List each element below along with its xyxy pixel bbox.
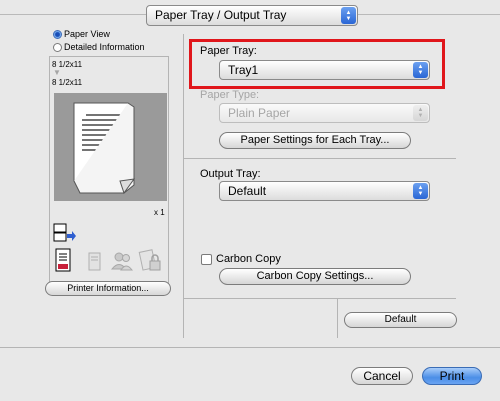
lock-icon bbox=[138, 248, 164, 277]
paper-tray-label: Paper Tray: bbox=[200, 45, 257, 57]
cancel-button[interactable]: Cancel bbox=[351, 367, 413, 385]
paper-settings-each-tray-button[interactable]: Paper Settings for Each Tray... bbox=[219, 132, 411, 149]
popup-arrows-icon: ▲ ▼ bbox=[413, 183, 428, 199]
paper-view-label: Paper View bbox=[64, 29, 110, 39]
paper-size-output: 8 1/2x11 bbox=[52, 78, 83, 87]
paper-type-popup: Plain Paper ▲ ▼ bbox=[219, 103, 430, 123]
default-button[interactable]: Default bbox=[344, 312, 457, 328]
staple-icon bbox=[85, 250, 107, 275]
paper-tray-popup[interactable]: Tray1 ▲ ▼ bbox=[219, 60, 430, 80]
users-icon bbox=[110, 249, 134, 276]
print-button[interactable]: Print bbox=[422, 367, 482, 385]
copies-count: x 1 bbox=[154, 208, 165, 217]
panel-selector-value: Paper Tray / Output Tray bbox=[155, 8, 287, 22]
popup-arrows-icon: ▲ ▼ bbox=[413, 62, 428, 78]
document-preview-image bbox=[73, 102, 136, 195]
panel-divider bbox=[183, 34, 184, 338]
default-divider bbox=[337, 299, 338, 338]
popup-arrows-icon: ▲ ▼ bbox=[341, 7, 356, 24]
detailed-info-label: Detailed Information bbox=[64, 42, 145, 52]
carbon-copy-label: Carbon Copy bbox=[216, 253, 281, 265]
carbon-copy-settings-button[interactable]: Carbon Copy Settings... bbox=[219, 268, 411, 285]
output-tray-label: Output Tray: bbox=[200, 168, 261, 180]
output-tray-popup[interactable]: Default ▲ ▼ bbox=[219, 181, 430, 201]
popup-arrows-icon: ▲ ▼ bbox=[413, 105, 428, 121]
paper-tray-value: Tray1 bbox=[228, 63, 259, 77]
paper-type-value: Plain Paper bbox=[228, 106, 291, 120]
section-divider bbox=[184, 158, 456, 159]
footer-divider bbox=[0, 347, 500, 348]
page-preview bbox=[54, 93, 167, 201]
document-icon bbox=[55, 248, 71, 275]
section-divider bbox=[184, 298, 456, 299]
printer-information-button[interactable]: Printer Information... bbox=[45, 281, 171, 296]
down-arrow-icon: ▼ bbox=[53, 68, 61, 77]
output-tray-value: Default bbox=[228, 184, 267, 198]
carbon-copy-checkbox[interactable] bbox=[201, 254, 212, 265]
panel-selector-popup[interactable]: Paper Tray / Output Tray ▲ ▼ bbox=[146, 5, 358, 26]
paper-type-label: Paper Type: bbox=[200, 89, 260, 101]
detailed-info-radio[interactable] bbox=[53, 43, 62, 52]
paper-view-radio[interactable] bbox=[53, 30, 62, 39]
output-tray-icon bbox=[53, 222, 77, 245]
